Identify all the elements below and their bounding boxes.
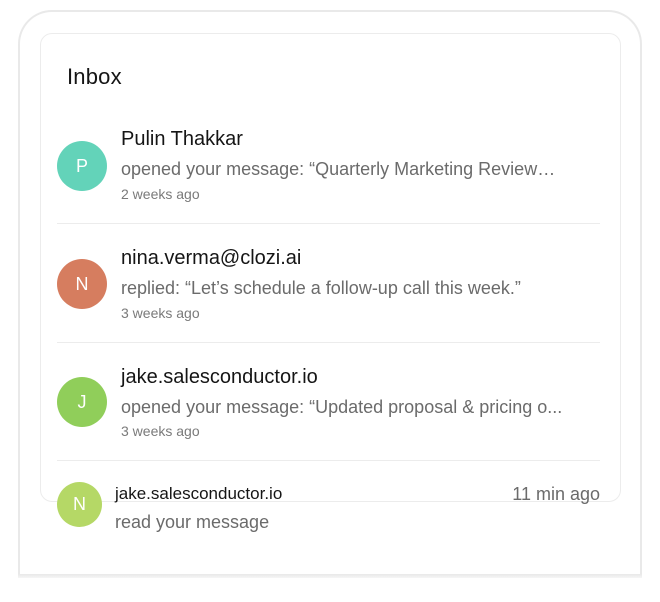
- notification-item[interactable]: N jake.salesconductor.io 11 min ago read…: [57, 482, 600, 542]
- avatar-initial: J: [77, 391, 87, 412]
- avatar-initial: P: [75, 155, 88, 176]
- avatar: N: [57, 482, 102, 527]
- avatar: N: [57, 259, 107, 309]
- timestamp: 3 weeks ago: [121, 423, 200, 439]
- sender-name: jake.salesconductor.io: [115, 484, 283, 503]
- avatar: P: [57, 141, 107, 191]
- divider: [57, 460, 600, 461]
- inbox-item[interactable]: P Pulin Thakkar opened your message: “Qu…: [57, 127, 600, 207]
- inbox-item[interactable]: J jake.salesconductor.io opened your mes…: [57, 365, 600, 445]
- sender-name: nina.verma@clozi.ai: [121, 247, 302, 269]
- timestamp: 11 min ago: [512, 484, 600, 504]
- message-preview: opened your message: “Quarterly Marketin…: [121, 159, 556, 179]
- divider: [57, 342, 600, 343]
- sender-name: Pulin Thakkar: [121, 128, 243, 150]
- divider: [57, 223, 600, 224]
- sender-name: jake.salesconductor.io: [121, 366, 318, 388]
- avatar: J: [57, 377, 107, 427]
- avatar-initial: N: [75, 273, 89, 294]
- timestamp: 2 weeks ago: [121, 186, 200, 202]
- frame-bottom-edge: [18, 574, 642, 578]
- notification-message: read your message: [115, 512, 270, 532]
- message-preview: opened your message: “Updated proposal &…: [121, 397, 563, 417]
- inbox-title: Inbox: [67, 64, 122, 89]
- inbox-item[interactable]: N nina.verma@clozi.ai replied: “Let’s sc…: [57, 246, 600, 326]
- message-preview: replied: “Let’s schedule a follow-up cal…: [121, 278, 521, 298]
- timestamp: 3 weeks ago: [121, 305, 200, 321]
- avatar-initial: N: [73, 494, 86, 514]
